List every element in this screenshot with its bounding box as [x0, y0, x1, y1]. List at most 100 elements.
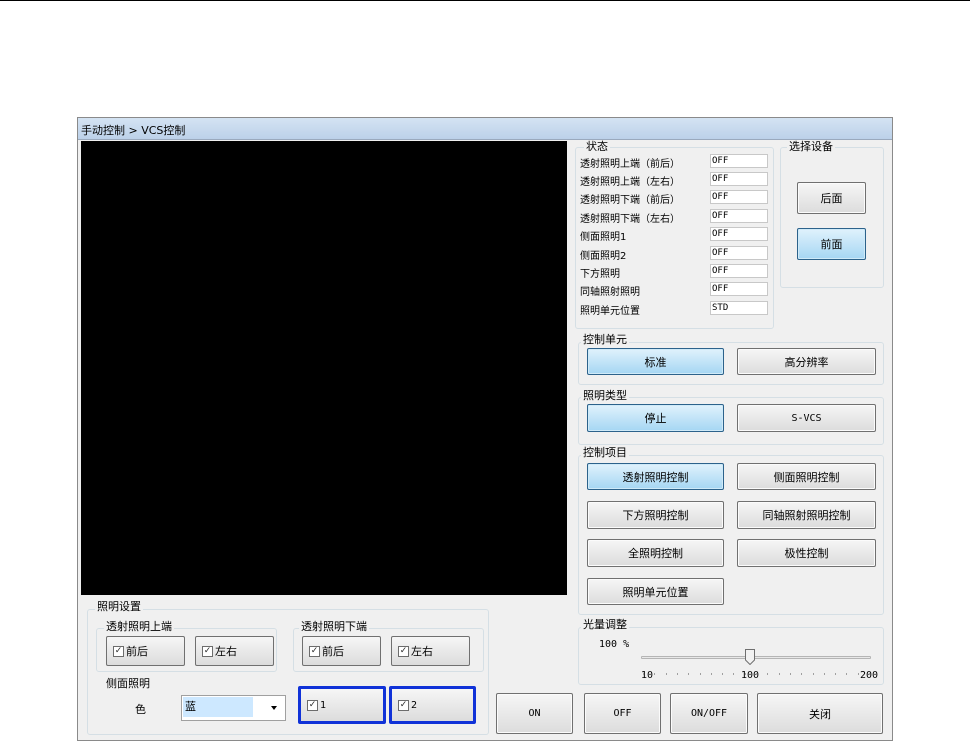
slider-tick: [823, 673, 825, 675]
checkbox-mark: ✓: [113, 645, 124, 657]
status-row: 透射照明下端（左右） OFF: [580, 208, 775, 226]
side-light-1-checkbox[interactable]: ✓ 1: [298, 686, 386, 724]
slider-tick: [699, 673, 701, 675]
slider-tick: [733, 673, 735, 675]
stop-lighting-button[interactable]: 停止: [587, 404, 724, 432]
color-select-value: 蓝: [183, 697, 253, 717]
chevron-down-icon[interactable]: [271, 706, 277, 710]
checkbox-label: 1: [320, 699, 327, 711]
side-light-control-button[interactable]: 侧面照明控制: [737, 463, 876, 490]
light-adjust-label: 光量调整: [581, 618, 629, 631]
status-row-value: OFF: [710, 209, 768, 223]
bottom-light-control-button[interactable]: 下方照明控制: [587, 501, 724, 529]
slider-tick: [744, 673, 746, 675]
device-select-group: [780, 147, 884, 288]
transmit-light-control-button[interactable]: 透射照明控制: [587, 463, 724, 490]
close-button[interactable]: 关闭: [757, 693, 883, 734]
light-value-readout: 100 %: [599, 639, 630, 650]
upper-transmit-label: 透射照明上端: [104, 620, 174, 633]
slider-tick: [812, 673, 814, 675]
checkbox-mark: ✓: [307, 699, 318, 711]
on-button[interactable]: ON: [496, 693, 573, 734]
status-row: 透射照明上端（左右） OFF: [580, 171, 775, 189]
slider-tick: [710, 673, 712, 675]
standard-unit-button[interactable]: 标准: [587, 348, 724, 375]
status-row-value: OFF: [710, 172, 768, 186]
checkbox-label: 前后: [126, 645, 148, 658]
slider-tick: [801, 673, 803, 675]
status-group-label: 状态: [584, 140, 610, 153]
polarity-control-button[interactable]: 极性控制: [737, 539, 876, 567]
slider-tick: [778, 673, 780, 675]
color-select[interactable]: 蓝: [181, 695, 286, 721]
top-border-line: [0, 0, 970, 1]
status-row-label: 透射照明下端（前后）: [580, 195, 680, 206]
light-slider-thumb[interactable]: [745, 649, 756, 665]
light-unit-position-button[interactable]: 照明单元位置: [587, 578, 724, 605]
slider-tick: [835, 673, 837, 675]
slider-max-label: 200: [860, 670, 879, 681]
high-resolution-unit-button[interactable]: 高分辨率: [737, 348, 876, 375]
svcs-lighting-button[interactable]: S-VCS: [737, 404, 876, 432]
control-items-label: 控制项目: [581, 446, 629, 459]
status-row-label: 侧面照明1: [580, 232, 627, 243]
slider-tick: [756, 673, 757, 675]
slider-tick: [789, 673, 791, 675]
status-row-value: OFF: [710, 154, 768, 168]
status-row-label: 照明单元位置: [580, 306, 640, 317]
checkbox-label: 2: [411, 699, 418, 711]
checkbox-mark: ✓: [202, 645, 213, 657]
status-row: 下方照明 OFF: [580, 263, 775, 281]
status-list: 透射照明上端（前后） OFF 透射照明上端（左右） OFF 透射照明下端（前后）…: [580, 153, 775, 323]
status-row-label: 透射照明上端（左右）: [580, 177, 680, 188]
side-light-2-checkbox[interactable]: ✓ 2: [389, 686, 476, 724]
status-row: 侧面照明2 OFF: [580, 245, 775, 263]
off-button[interactable]: OFF: [584, 693, 661, 734]
slider-tick: [643, 673, 644, 675]
on-off-button[interactable]: ON/OFF: [670, 693, 748, 734]
status-row-label: 透射照明下端（左右）: [580, 214, 680, 225]
status-row-label: 侧面照明2: [580, 251, 627, 262]
title-bar: 手动控制 > VCS控制: [78, 118, 892, 140]
slider-tick: [846, 673, 848, 675]
upper-front-back-checkbox[interactable]: ✓ 前后: [106, 636, 185, 666]
lower-left-right-checkbox[interactable]: ✓ 左右: [391, 636, 470, 666]
status-row: 透射照明下端（前后） OFF: [580, 189, 775, 207]
checkbox-label: 前后: [322, 645, 344, 658]
lower-transmit-label: 透射照明下端: [299, 620, 369, 633]
all-light-control-button[interactable]: 全照明控制: [587, 539, 724, 567]
light-settings-label: 照明设置: [95, 600, 143, 613]
slider-mid-label: 100: [741, 670, 760, 681]
slider-min-label: 10: [641, 670, 654, 681]
status-row-label: 下方照明: [580, 269, 620, 280]
lighting-type-label: 照明类型: [581, 389, 629, 402]
window-title: 手动控制 > VCS控制: [81, 124, 186, 137]
status-row: 同轴照射照明 OFF: [580, 281, 775, 299]
checkbox-label: 左右: [215, 645, 237, 658]
slider-tick: [869, 673, 870, 675]
control-unit-label: 控制单元: [581, 333, 629, 346]
slider-tick: [654, 673, 656, 675]
camera-video-view: [81, 141, 567, 595]
slider-tick: [722, 673, 724, 675]
light-slider-track[interactable]: [641, 656, 871, 659]
status-row-value: OFF: [710, 190, 768, 204]
slider-tick: [688, 673, 690, 675]
checkbox-mark: ✓: [398, 645, 409, 657]
checkbox-mark: ✓: [309, 645, 320, 657]
status-row: 侧面照明1 OFF: [580, 226, 775, 244]
side-light-label: 侧面照明: [104, 677, 152, 690]
upper-left-right-checkbox[interactable]: ✓ 左右: [195, 636, 274, 666]
color-label: 色: [135, 703, 146, 716]
device-back-button[interactable]: 后面: [797, 182, 866, 214]
slider-tick: [857, 673, 859, 675]
device-front-button[interactable]: 前面: [797, 228, 866, 260]
status-row-value: OFF: [710, 246, 768, 260]
slider-tick: [665, 673, 667, 675]
checkbox-mark: ✓: [398, 699, 409, 711]
status-row-value: OFF: [710, 264, 768, 278]
status-row-label: 透射照明上端（前后）: [580, 159, 680, 170]
coaxial-light-control-button[interactable]: 同轴照射照明控制: [737, 501, 876, 529]
lower-front-back-checkbox[interactable]: ✓ 前后: [302, 636, 381, 666]
checkbox-label: 左右: [411, 645, 433, 658]
